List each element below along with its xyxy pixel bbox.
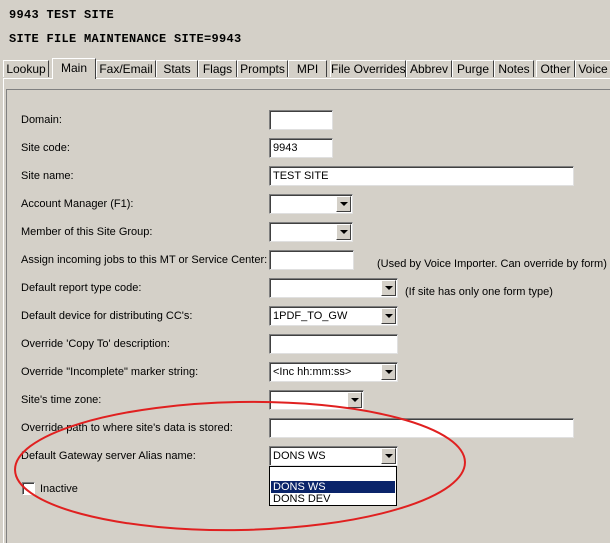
report-type-select[interactable] (269, 278, 398, 298)
gateway-alias-label: Default Gateway server Alias name: (21, 450, 196, 462)
tab-fax-email[interactable]: Fax/Email (96, 60, 156, 77)
tab-voice[interactable]: Voice (575, 60, 610, 77)
time-zone-select[interactable] (269, 390, 364, 410)
tab-lookup[interactable]: Lookup (3, 60, 49, 77)
default-device-select[interactable]: 1PDF_TO_GW (269, 306, 398, 326)
tab-notes[interactable]: Notes (494, 60, 534, 77)
tab-prompts[interactable]: Prompts (237, 60, 288, 77)
chevron-down-icon[interactable] (336, 196, 351, 212)
gateway-alias-option-blank[interactable] (271, 469, 395, 481)
domain-input[interactable] (269, 110, 333, 130)
tab-mpi[interactable]: MPI (288, 60, 327, 77)
site-name-label: Site name: (21, 170, 74, 182)
time-zone-label: Site's time zone: (21, 394, 102, 406)
assign-jobs-input[interactable] (269, 250, 354, 270)
screen-title: SITE FILE MAINTENANCE SITE=9943 (9, 32, 242, 46)
incomplete-marker-label: Override "Incomplete" marker string: (21, 366, 199, 378)
tab-main[interactable]: Main (52, 58, 96, 79)
site-title: 9943 TEST SITE (9, 8, 115, 22)
copy-to-input[interactable] (269, 334, 398, 354)
tab-file-overrides[interactable]: File Overrides (330, 60, 406, 77)
site-group-select[interactable] (269, 222, 353, 242)
chevron-down-icon[interactable] (381, 448, 396, 464)
account-manager-select[interactable] (269, 194, 353, 214)
data-path-label: Override path to where site's data is st… (21, 422, 233, 434)
default-device-value: 1PDF_TO_GW (273, 310, 348, 322)
gateway-alias-select[interactable]: DONS WS (269, 446, 398, 466)
incomplete-marker-select[interactable]: <Inc hh:mm:ss> (269, 362, 398, 382)
tab-abbrev[interactable]: Abbrev (406, 60, 452, 77)
assign-jobs-label: Assign incoming jobs to this MT or Servi… (21, 254, 268, 266)
report-type-label: Default report type code: (21, 282, 142, 294)
incomplete-marker-value: <Inc hh:mm:ss> (273, 366, 352, 378)
domain-label: Domain: (21, 114, 62, 126)
gateway-alias-dropdown-list: DONS WS DONS DEV (269, 466, 397, 506)
account-manager-label: Account Manager (F1): (21, 198, 134, 210)
site-code-input[interactable]: 9943 (269, 138, 333, 158)
inactive-label: Inactive (40, 483, 78, 495)
gateway-alias-option-dons-ws[interactable]: DONS WS (271, 481, 395, 493)
tab-stats[interactable]: Stats (156, 60, 198, 77)
site-name-input[interactable]: TEST SITE (269, 166, 574, 186)
gateway-alias-option-dons-dev[interactable]: DONS DEV (271, 493, 395, 505)
tab-purge[interactable]: Purge (452, 60, 494, 77)
chevron-down-icon[interactable] (347, 392, 362, 408)
data-path-input[interactable] (269, 418, 574, 438)
site-code-label: Site code: (21, 142, 70, 154)
chevron-down-icon[interactable] (381, 364, 396, 380)
copy-to-label: Override 'Copy To' description: (21, 338, 170, 350)
tab-flags[interactable]: Flags (198, 60, 237, 77)
chevron-down-icon[interactable] (336, 224, 351, 240)
default-device-label: Default device for distributing CC's: (21, 310, 193, 322)
tab-other[interactable]: Other (536, 60, 575, 77)
chevron-down-icon[interactable] (381, 308, 396, 324)
chevron-down-icon[interactable] (381, 280, 396, 296)
inactive-checkbox[interactable] (22, 482, 35, 495)
assign-jobs-note: (Used by Voice Importer. Can override by… (377, 258, 607, 270)
tab-strip: Lookup Main Fax/Email Stats Flags Prompt… (3, 58, 610, 79)
site-group-label: Member of this Site Group: (21, 226, 153, 238)
gateway-alias-value: DONS WS (273, 450, 326, 462)
report-type-note: (If site has only one form type) (405, 286, 553, 298)
